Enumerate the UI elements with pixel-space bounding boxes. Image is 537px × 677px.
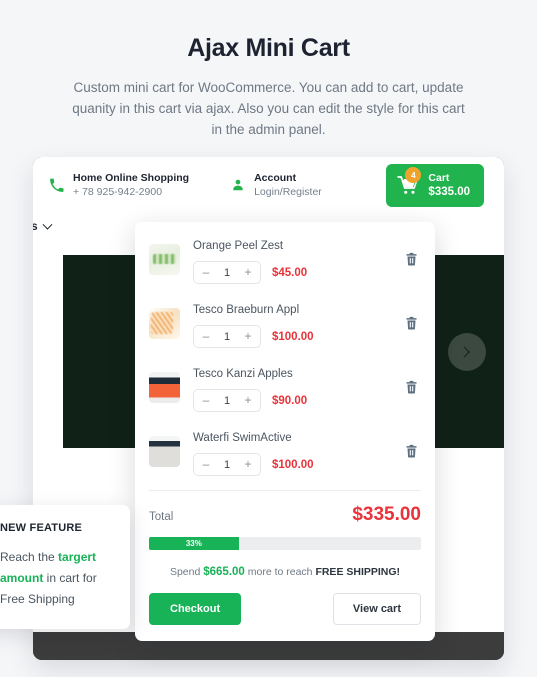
mini-cart-dropdown: Orange Peel Zest –1 + $45.00 Tesco Braeburn …	[135, 222, 435, 641]
quantity-value[interactable]: 1	[216, 331, 238, 343]
cart-text-group: Cart $335.00	[428, 171, 470, 200]
chevron-down-icon	[42, 219, 53, 230]
feature-kicker: NEW FEATURE	[0, 522, 83, 534]
cart-line-controls: –1 + $90.00	[193, 389, 421, 412]
carousel-next-button[interactable]	[448, 333, 486, 371]
cart-button[interactable]: 4 Cart $335.00	[386, 163, 484, 207]
quantity-value[interactable]: 1	[216, 395, 238, 407]
page-title: Ajax Mini Cart	[187, 34, 350, 62]
cart-line-controls: –1 + $100.00	[193, 453, 421, 476]
cart-label: Cart	[428, 171, 450, 184]
site-header: Home Online Shopping + 78 925-942-2900 A…	[33, 157, 504, 213]
quantity-decrease-button[interactable]: –	[196, 262, 216, 283]
header-account-block[interactable]: Account Login/Register	[231, 171, 322, 199]
remove-item-button[interactable]	[404, 379, 419, 400]
feature-description: Reach the targert amount in cart for Fre…	[0, 547, 112, 610]
product-name[interactable]: Waterfi SwimActive	[193, 430, 421, 446]
quantity-value[interactable]: 1	[216, 267, 238, 279]
cart-line-body: Tesco Kanzi Apples –1 + $90.00	[193, 366, 421, 412]
cart-line-item: Orange Peel Zest –1 + $45.00	[149, 228, 421, 292]
cart-line-body: Orange Peel Zest –1 + $45.00	[193, 238, 421, 284]
header-phone-block[interactable]: Home Online Shopping + 78 925-942-2900	[49, 171, 189, 199]
quantity-stepper[interactable]: –1 +	[193, 389, 261, 412]
account-login-register-link[interactable]: Login/Register	[254, 185, 322, 199]
mini-cart-actions: Checkout View cart	[149, 593, 421, 641]
account-label: Account	[254, 172, 297, 184]
nav-item-label: etables	[33, 221, 38, 233]
quantity-stepper[interactable]: –1 +	[193, 453, 261, 476]
nav-item-vegetables[interactable]: etables	[33, 219, 53, 233]
shipping-note-middle: more to reach	[244, 566, 316, 578]
line-item-price: $100.00	[272, 330, 314, 343]
cart-line-body: Waterfi SwimActive –1 + $100.00	[193, 430, 421, 476]
cart-icon: 4	[397, 167, 422, 195]
product-thumbnail	[149, 244, 180, 275]
new-feature-callout: NEW FEATURE Reach the targert amount in …	[0, 505, 130, 629]
cart-total: $335.00	[428, 185, 470, 198]
phone-number: + 78 925-942-2900	[73, 186, 163, 198]
line-item-price: $90.00	[272, 394, 308, 407]
remove-item-button[interactable]	[404, 315, 419, 336]
quantity-increase-button[interactable]: +	[238, 390, 258, 411]
phone-icon	[49, 178, 64, 193]
free-shipping-progress-bar: 33%	[149, 537, 421, 550]
quantity-decrease-button[interactable]: –	[196, 390, 216, 411]
page-root: Ajax Mini Cart Custom mini cart for WooC…	[0, 0, 537, 677]
progress-fill: 33%	[149, 537, 239, 550]
quantity-stepper[interactable]: –1 +	[193, 325, 261, 348]
quantity-decrease-button[interactable]: –	[196, 454, 216, 475]
cart-line-controls: –1 + $100.00	[193, 325, 421, 348]
cart-line-body: Tesco Braeburn Appl –1 + $100.00	[193, 302, 421, 348]
cart-line-item: Waterfi SwimActive –1 + $100.00	[149, 420, 421, 484]
product-name[interactable]: Tesco Braeburn Appl	[193, 302, 421, 318]
quantity-value[interactable]: 1	[216, 459, 238, 471]
cart-line-item: Tesco Braeburn Appl –1 + $100.00	[149, 292, 421, 356]
cart-total-amount: $335.00	[352, 504, 421, 525]
quantity-increase-button[interactable]: +	[238, 326, 258, 347]
quantity-increase-button[interactable]: +	[238, 454, 258, 475]
quantity-decrease-button[interactable]: –	[196, 326, 216, 347]
mini-cart-item-list: Orange Peel Zest –1 + $45.00 Tesco Braeburn …	[149, 228, 421, 484]
product-thumbnail	[149, 436, 180, 467]
cart-line-controls: –1 + $45.00	[193, 261, 421, 284]
free-shipping-note: Spend $665.00 more to reach FREE SHIPPIN…	[149, 550, 421, 593]
user-icon	[231, 178, 245, 192]
quantity-increase-button[interactable]: +	[238, 262, 258, 283]
quantity-stepper[interactable]: –1 +	[193, 261, 261, 284]
line-item-price: $100.00	[272, 458, 314, 471]
remove-item-button[interactable]	[404, 443, 419, 464]
view-cart-button[interactable]: View cart	[332, 593, 421, 625]
intro-section: Ajax Mini Cart Custom mini cart for WooC…	[0, 0, 537, 140]
line-item-price: $45.00	[272, 266, 308, 279]
account-text-group: Account Login/Register	[254, 171, 322, 199]
shipping-note-prefix: Spend	[169, 566, 204, 578]
shipping-remaining-amount: $665.00	[203, 566, 245, 578]
feature-text-prefix: Reach the	[0, 550, 59, 564]
cart-total-row: Total $335.00	[149, 491, 421, 537]
page-subtitle: Custom mini cart for WooCommerce. You ca…	[72, 80, 465, 137]
phone-label: Home Online Shopping	[73, 172, 190, 184]
remove-item-button[interactable]	[404, 251, 419, 272]
chevron-right-icon	[458, 346, 470, 358]
product-name[interactable]: Orange Peel Zest	[193, 238, 421, 254]
cart-total-label: Total	[149, 511, 174, 523]
phone-text-group: Home Online Shopping + 78 925-942-2900	[73, 171, 189, 199]
cart-line-item: Tesco Kanzi Apples –1 + $90.00	[149, 356, 421, 420]
checkout-button[interactable]: Checkout	[149, 593, 242, 625]
shipping-note-strong: FREE SHIPPING!	[315, 566, 401, 578]
progress-percent-label: 33%	[185, 539, 202, 548]
product-name[interactable]: Tesco Kanzi Apples	[193, 366, 421, 382]
product-thumbnail	[149, 308, 180, 339]
product-thumbnail	[149, 372, 180, 403]
